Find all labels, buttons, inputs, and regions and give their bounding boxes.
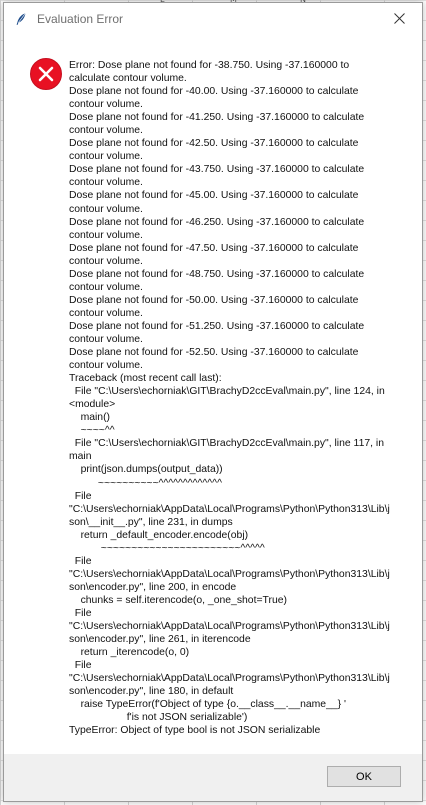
feather-icon [16,13,26,25]
error-message: Error: Dose plane not found for -38.750.… [69,60,390,737]
error-icon [30,58,62,90]
evaluation-error-dialog: Evaluation Error Error: Dose plane not f… [3,2,423,802]
dialog-title: Evaluation Error [37,12,124,26]
dialog-footer: OK [4,754,422,801]
close-button[interactable] [376,3,422,34]
title-bar[interactable]: Evaluation Error [4,3,422,34]
ok-button[interactable]: OK [327,766,401,787]
close-icon [393,13,405,24]
